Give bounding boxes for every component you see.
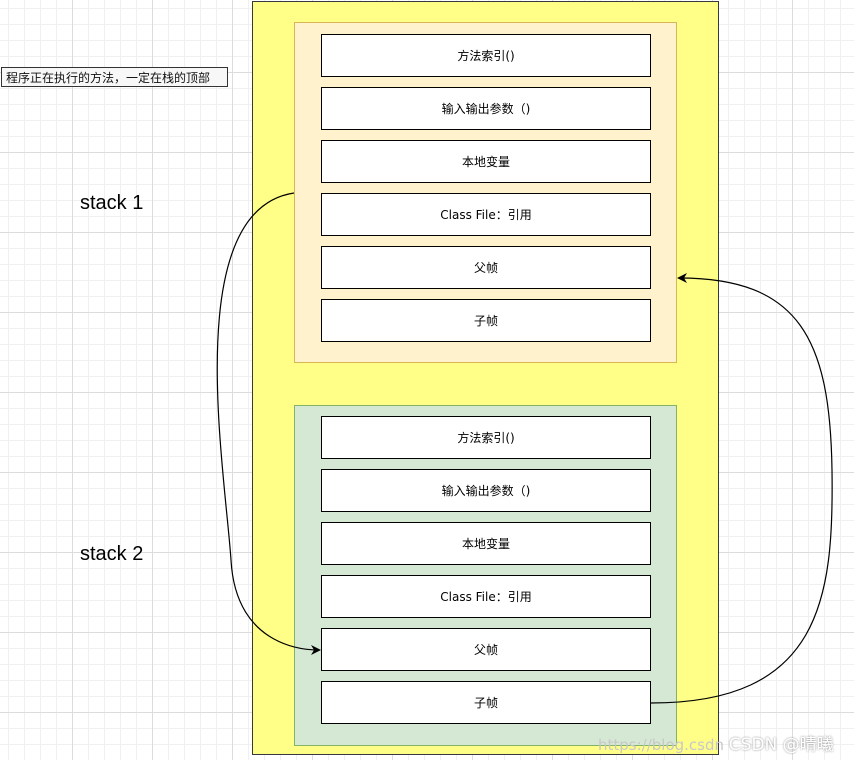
watermark-brand: CSDN @晴曦 (728, 735, 834, 755)
arrow-stack1-to-parent-frame2 (216, 192, 321, 655)
watermark-url: https://blog.csdn (598, 736, 725, 754)
connector-arrows (216, 192, 833, 704)
watermark: https://blog.csdn CSDN @晴曦 (598, 730, 834, 755)
arrow-child-frame2-to-parent-frame1 (650, 273, 833, 704)
